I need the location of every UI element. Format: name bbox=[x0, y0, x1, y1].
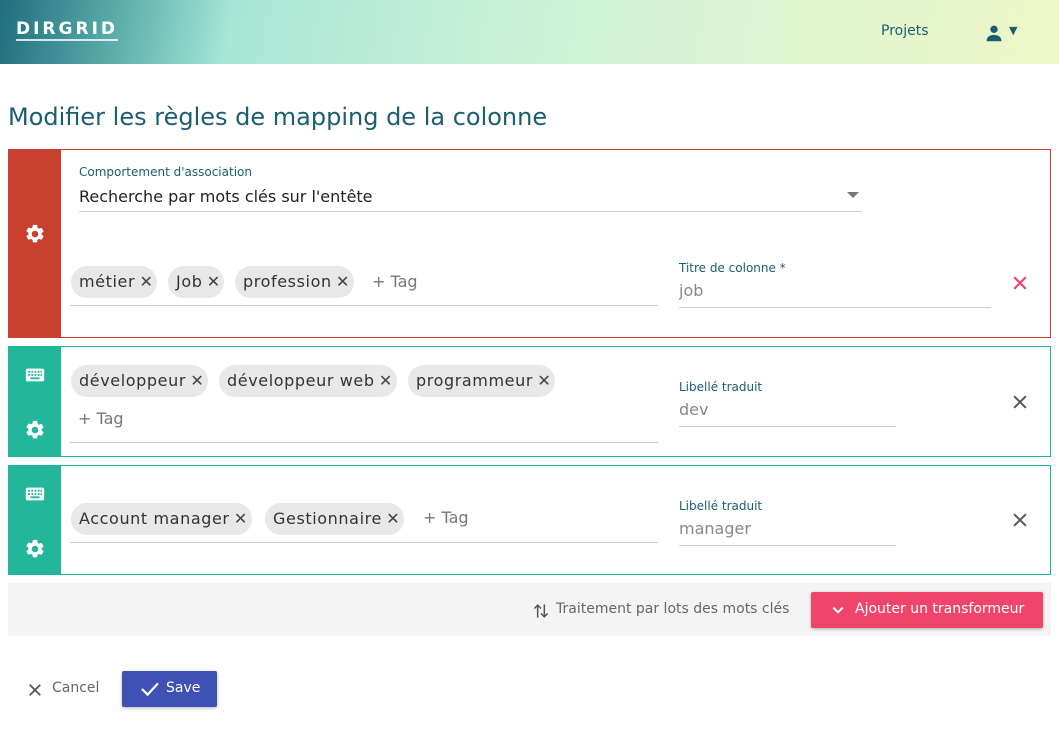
field-underline bbox=[679, 426, 896, 427]
top-bar: DIRGRID Projets ▼ bbox=[0, 0, 1059, 64]
tag-chip-label: Gestionnaire bbox=[273, 509, 382, 528]
translated-label-label: Libellé traduit bbox=[679, 499, 763, 513]
transform-rule: développeur ✕ développeur web ✕ programmeu… bbox=[8, 346, 1051, 457]
tag-chip: Gestionnaire ✕ bbox=[265, 503, 404, 535]
column-title-label: Titre de colonne * bbox=[679, 261, 786, 275]
tag-chip: Job ✕ bbox=[168, 266, 225, 298]
gear-icon[interactable] bbox=[24, 419, 46, 441]
translated-label-label: Libellé traduit bbox=[679, 380, 763, 394]
save-button[interactable]: Save bbox=[122, 671, 217, 707]
dropdown-arrow-icon[interactable] bbox=[847, 192, 859, 198]
chip-remove-icon[interactable]: ✕ bbox=[332, 266, 354, 298]
behavior-select[interactable]: Recherche par mots clés sur l'entête bbox=[79, 187, 373, 206]
tags-underline bbox=[70, 442, 658, 443]
chip-remove-icon[interactable]: ✕ bbox=[230, 503, 252, 535]
close-icon bbox=[29, 684, 41, 696]
tag-chip: métier ✕ bbox=[71, 266, 158, 298]
tag-chip-label: métier bbox=[79, 272, 136, 291]
app-logo[interactable]: DIRGRID bbox=[16, 19, 119, 41]
behavior-select-label: Comportement d'association bbox=[79, 165, 252, 179]
tags-underline bbox=[70, 305, 658, 306]
close-icon[interactable] bbox=[1010, 392, 1030, 412]
tag-chip: développeur web ✕ bbox=[219, 365, 397, 397]
person-icon bbox=[986, 25, 1002, 42]
column-title-input[interactable] bbox=[679, 281, 989, 300]
chip-remove-icon[interactable]: ✕ bbox=[533, 365, 555, 397]
transform-rule: Account manager ✕ Gestionnaire ✕ + Tag Lib… bbox=[8, 465, 1051, 575]
chip-remove-icon[interactable]: ✕ bbox=[202, 266, 224, 298]
tag-chip-label: Account manager bbox=[79, 509, 230, 528]
select-underline bbox=[79, 211, 862, 212]
chip-remove-icon[interactable]: ✕ bbox=[135, 266, 157, 298]
add-tag-input[interactable]: + Tag bbox=[423, 502, 469, 534]
keyboard-icon[interactable] bbox=[24, 364, 46, 386]
tags-underline bbox=[70, 542, 658, 543]
swap-vert-icon bbox=[533, 604, 549, 618]
add-tag-input[interactable]: + Tag bbox=[372, 266, 418, 298]
cancel-label: Cancel bbox=[52, 680, 100, 696]
translated-label-input[interactable] bbox=[679, 519, 894, 538]
gear-icon[interactable] bbox=[24, 538, 46, 560]
chip-remove-icon[interactable]: ✕ bbox=[375, 365, 397, 397]
rule-sidebar bbox=[9, 150, 61, 337]
keyboard-icon[interactable] bbox=[24, 483, 46, 505]
close-icon[interactable] bbox=[1010, 510, 1030, 530]
rule-actions-bar: Traitement par lots des mots clés Ajoute… bbox=[8, 583, 1051, 636]
add-transformer-button[interactable]: Ajouter un transformeur bbox=[811, 592, 1043, 628]
translated-label-input[interactable] bbox=[679, 400, 894, 419]
close-icon[interactable] bbox=[1010, 273, 1030, 293]
field-underline bbox=[679, 307, 991, 308]
tag-chip-label: Job bbox=[176, 272, 203, 291]
tag-chip: Account manager ✕ bbox=[71, 503, 252, 535]
tag-chip-label: développeur web bbox=[227, 371, 375, 390]
rule-sidebar bbox=[9, 347, 61, 456]
tag-chip: programmeur ✕ bbox=[408, 365, 556, 397]
user-menu-button[interactable]: ▼ bbox=[983, 22, 1023, 44]
field-underline bbox=[679, 545, 896, 546]
nav-projects-link[interactable]: Projets bbox=[881, 23, 929, 39]
add-tag-input[interactable]: + Tag bbox=[78, 403, 124, 435]
save-label: Save bbox=[166, 680, 201, 696]
chip-remove-icon[interactable]: ✕ bbox=[186, 365, 208, 397]
tag-chip-label: développeur bbox=[79, 371, 187, 390]
check-icon bbox=[141, 682, 159, 697]
page-title: Modifier les règles de mapping de la col… bbox=[8, 103, 548, 131]
tag-chip-label: programmeur bbox=[416, 371, 534, 390]
rule-sidebar bbox=[9, 466, 61, 574]
chevron-down-icon: ▼ bbox=[1009, 24, 1018, 37]
tag-chip: développeur ✕ bbox=[71, 365, 209, 397]
tag-chip-label: profession bbox=[243, 272, 332, 291]
gear-icon[interactable] bbox=[24, 223, 46, 245]
add-transformer-label: Ajouter un transformeur bbox=[855, 601, 1025, 617]
chip-remove-icon[interactable]: ✕ bbox=[382, 503, 404, 535]
chevron-down-icon bbox=[832, 607, 844, 614]
main-mapping-rule: Comportement d'association Recherche par… bbox=[8, 149, 1051, 338]
batch-keywords-label: Traitement par lots des mots clés bbox=[556, 601, 790, 617]
tag-chip: profession ✕ bbox=[235, 266, 354, 298]
